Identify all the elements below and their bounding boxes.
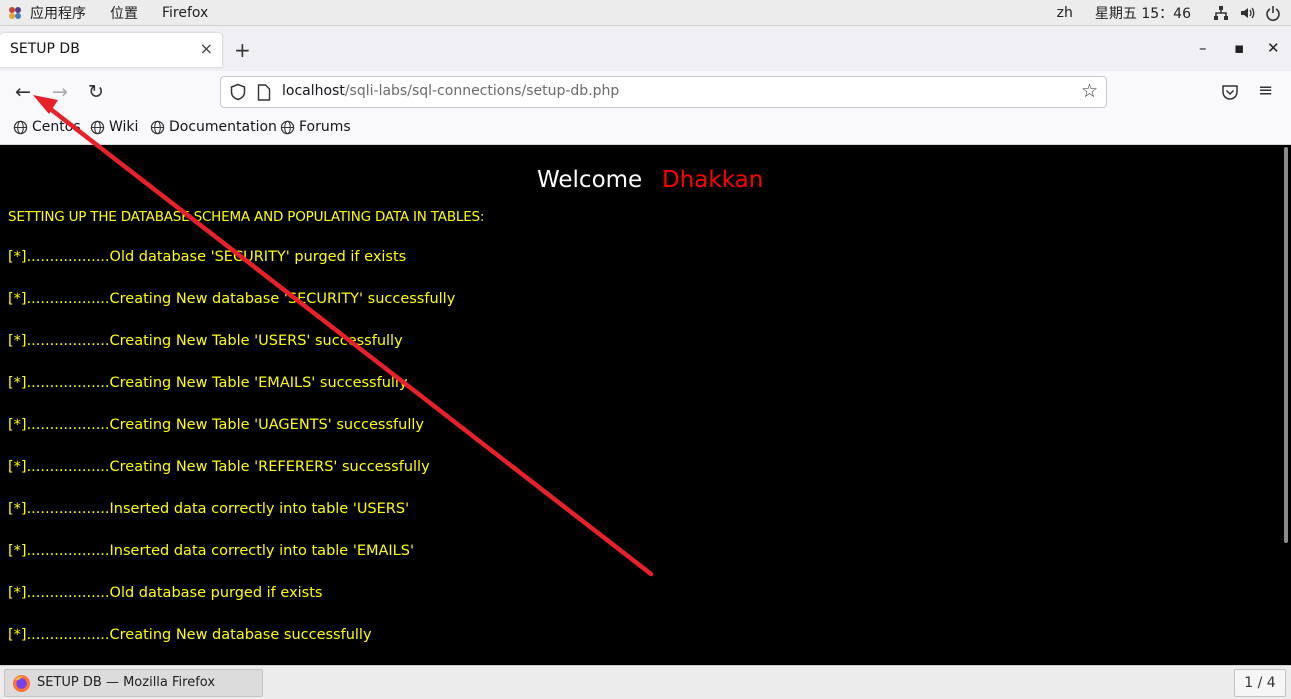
- globe-icon: [90, 120, 105, 134]
- page-content[interactable]: Welcome Dhakkan SETTING UP THE DATABASE …: [0, 145, 1291, 665]
- input-language-indicator[interactable]: zh: [1057, 5, 1073, 21]
- volume-icon[interactable]: [1239, 5, 1255, 21]
- tab-title: SETUP DB: [10, 41, 80, 57]
- setup-heading: SETTING UP THE DATABASE SCHEMA AND POPUL…: [8, 209, 485, 225]
- url-host: localhost: [282, 83, 345, 99]
- bookmark-centos[interactable]: Centos: [13, 119, 81, 135]
- top-bar-left: 应用程序 位置 Firefox: [8, 3, 232, 23]
- power-icon[interactable]: [1265, 5, 1281, 21]
- navigation-toolbar: ← → ↻ localhost/sqli-labs/sql-connection…: [0, 71, 1291, 113]
- forward-button[interactable]: →: [47, 79, 73, 105]
- log-line: [*]..................Creating New databa…: [8, 627, 372, 643]
- close-window-button[interactable]: ✕: [1267, 39, 1280, 57]
- minimize-button[interactable]: –: [1199, 39, 1207, 57]
- back-button[interactable]: ←: [10, 79, 36, 105]
- globe-icon: [150, 120, 165, 134]
- pocket-icon[interactable]: [1221, 83, 1239, 101]
- reload-button[interactable]: ↻: [83, 79, 109, 105]
- active-app-menu[interactable]: Firefox: [162, 5, 208, 21]
- workspace-switcher[interactable]: 1 / 4: [1234, 669, 1286, 697]
- bookmark-star-icon[interactable]: ☆: [1081, 80, 1098, 102]
- url-path: /sqli-labs/sql-connections/setup-db.php: [344, 83, 620, 99]
- bookmark-label: Centos: [32, 119, 81, 135]
- scrollbar-thumb[interactable]: [1284, 147, 1288, 543]
- bookmark-label: Wiki: [109, 119, 139, 135]
- new-tab-button[interactable]: +: [234, 38, 251, 62]
- bookmarks-toolbar: Centos Wiki Documentation Forums: [0, 113, 1291, 145]
- user-name-text: Dhakkan: [662, 167, 764, 193]
- clock[interactable]: 星期五 15：46: [1095, 3, 1191, 23]
- log-line: [*]..................Inserted data corre…: [8, 543, 414, 559]
- log-line: [*]..................Creating New databa…: [8, 291, 456, 307]
- globe-icon: [280, 120, 295, 134]
- maximize-button[interactable]: ▪: [1234, 39, 1244, 57]
- log-line: [*]..................Old database 'SECUR…: [8, 249, 407, 265]
- log-line: [*]..................Creating New Table …: [8, 375, 408, 391]
- applications-menu[interactable]: 应用程序: [30, 3, 86, 23]
- bookmark-label: Forums: [299, 119, 351, 135]
- firefox-icon: [12, 674, 31, 693]
- taskbar-window-firefox[interactable]: SETUP DB — Mozilla Firefox: [4, 669, 263, 697]
- places-menu[interactable]: 位置: [110, 3, 138, 23]
- url-bar[interactable]: localhost/sqli-labs/sql-connections/setu…: [220, 76, 1107, 108]
- bookmark-forums[interactable]: Forums: [280, 119, 351, 135]
- taskbar-window-title: SETUP DB — Mozilla Firefox: [37, 675, 216, 690]
- page-info-icon[interactable]: [257, 84, 271, 101]
- tab-strip: SETUP DB × + – ▪ ✕: [0, 27, 1291, 71]
- log-line: [*]..................Creating New Table …: [8, 417, 424, 433]
- log-line: [*]..................Creating New Table …: [8, 333, 403, 349]
- bookmark-wiki[interactable]: Wiki: [90, 119, 138, 135]
- top-bar-right: zh 星期五 15：46: [1035, 3, 1281, 23]
- globe-icon: [13, 120, 28, 134]
- log-line: [*]..................Old database purged…: [8, 585, 323, 601]
- url-text[interactable]: localhost/sqli-labs/sql-connections/setu…: [282, 83, 619, 99]
- tracking-protection-shield-icon[interactable]: [229, 83, 247, 101]
- bookmark-label: Documentation: [169, 119, 277, 135]
- bookmark-documentation[interactable]: Documentation: [150, 119, 277, 135]
- log-line: [*]..................Inserted data corre…: [8, 501, 410, 517]
- app-menu-button[interactable]: ≡: [1258, 80, 1273, 101]
- welcome-text: Welcome: [537, 167, 643, 193]
- system-top-bar: 应用程序 位置 Firefox zh 星期五 15：46: [0, 0, 1291, 26]
- tab-setup-db[interactable]: SETUP DB ×: [0, 33, 222, 67]
- applications-icon: [9, 7, 21, 19]
- network-icon[interactable]: [1213, 5, 1229, 21]
- tab-close-icon[interactable]: ×: [200, 39, 213, 58]
- log-line: [*]..................Creating New Table …: [8, 459, 430, 475]
- bottom-taskbar: SETUP DB — Mozilla Firefox 1 / 4: [0, 665, 1291, 699]
- scrollbar-track[interactable]: [1281, 145, 1291, 665]
